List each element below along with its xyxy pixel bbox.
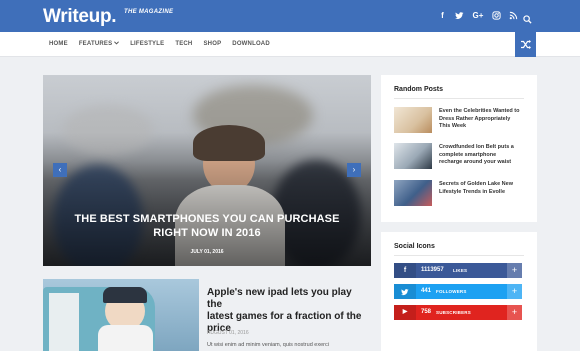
twitter-count: 441 — [421, 288, 432, 294]
widget-title: Random Posts — [394, 86, 444, 93]
slider-next-arrow[interactable]: › — [347, 163, 361, 177]
youtube-subscribers-bar[interactable]: ▶ 758 SUBSCRIBERS + — [394, 305, 522, 320]
nav-item-tech[interactable]: TECH — [175, 41, 192, 47]
post-thumbnail[interactable] — [43, 279, 199, 351]
facebook-icon: f — [394, 263, 416, 278]
random-post-item[interactable]: Crowdfunded Ion Belt puts a complete sma… — [394, 143, 528, 169]
twitter-label: FOLLOWERS — [436, 289, 467, 294]
search-icon[interactable] — [523, 11, 532, 29]
random-posts-widget: Random Posts Even the Celebrities Wanted… — [381, 75, 537, 222]
random-post-item[interactable]: Even the Celebrities Wanted to Dress Rat… — [394, 107, 528, 133]
random-post-title: Secrets of Golden Lake New Lifestyle Tre… — [439, 181, 513, 195]
facebook-likes-bar[interactable]: f 1113957 LIKES + — [394, 263, 522, 278]
nav-item-home[interactable]: HOME — [49, 41, 68, 47]
slider-headline[interactable]: THE BEST SMARTPHONES YOU CAN PURCHASE RI… — [43, 212, 371, 240]
slider-date: JULY 01, 2016 — [190, 249, 224, 255]
chevron-down-icon — [114, 41, 120, 45]
nav-item-lifestyle[interactable]: LIFESTYLE — [130, 41, 164, 47]
twitter-icon — [394, 284, 416, 299]
social-icons-widget: Social Icons f 1113957 LIKES + 441 FOLLO… — [381, 232, 537, 351]
random-post-thumbnail — [394, 180, 432, 206]
youtube-count: 758 — [421, 309, 432, 315]
nav-item-shop[interactable]: SHOP — [203, 41, 221, 47]
plus-icon[interactable]: + — [507, 263, 522, 278]
post-date: AUGUST 01, 2016 — [207, 330, 249, 336]
nav-item-download[interactable]: DOWNLOAD — [232, 41, 270, 47]
twitter-icon[interactable] — [455, 11, 464, 20]
main-navigation: HOME FEATURES LIFESTYLE TECH SHOP DOWNLO… — [0, 32, 580, 57]
widget-title: Social Icons — [394, 243, 435, 250]
random-post-thumbnail — [394, 143, 432, 169]
divider — [394, 255, 524, 256]
facebook-icon[interactable]: f — [438, 11, 447, 20]
random-post-title: Even the Celebrities Wanted to Dress Rat… — [439, 108, 520, 129]
top-header-bar: Writeup. THE MAGAZINE f G+ — [0, 0, 580, 32]
site-tagline: THE MAGAZINE — [124, 9, 174, 15]
random-post-thumbnail — [394, 107, 432, 133]
twitter-followers-bar[interactable]: 441 FOLLOWERS + — [394, 284, 522, 299]
youtube-icon: ▶ — [394, 305, 416, 320]
featured-slider[interactable]: THE BEST SMARTPHONES YOU CAN PURCHASE RI… — [43, 75, 371, 266]
instagram-icon[interactable] — [492, 11, 501, 20]
facebook-count: 1113957 — [421, 267, 444, 273]
rss-icon[interactable] — [509, 11, 518, 20]
plus-icon[interactable]: + — [507, 284, 522, 299]
header-social-icons: f G+ — [438, 11, 518, 20]
shuffle-icon — [521, 40, 531, 49]
facebook-label: LIKES — [453, 268, 468, 273]
plus-icon[interactable]: + — [507, 305, 522, 320]
google-plus-icon[interactable]: G+ — [472, 11, 484, 20]
youtube-label: SUBSCRIBERS — [436, 310, 471, 315]
random-post-title: Crowdfunded Ion Belt puts a complete sma… — [439, 144, 514, 165]
divider — [394, 98, 524, 99]
nav-item-features[interactable]: FEATURES — [79, 41, 120, 47]
random-post-item[interactable]: Secrets of Golden Lake New Lifestyle Tre… — [394, 180, 528, 206]
post-title[interactable]: Apple's new ipad lets you play the lates… — [207, 287, 367, 335]
slider-prev-arrow[interactable]: ‹ — [53, 163, 67, 177]
site-logo[interactable]: Writeup. — [43, 6, 117, 28]
post-excerpt: Ut wisi enim ad minim veniam, quis nostr… — [207, 342, 329, 348]
random-post-button[interactable] — [515, 32, 536, 57]
